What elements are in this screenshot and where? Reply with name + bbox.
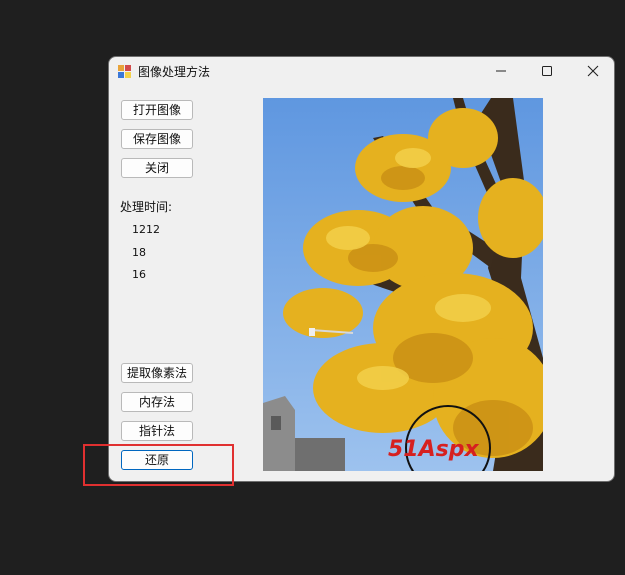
memory-method-button[interactable]: 内存法 — [121, 392, 193, 412]
extract-pixel-button[interactable]: 提取像素法 — [121, 363, 193, 383]
window-title: 图像处理方法 — [138, 65, 211, 79]
maximize-icon — [542, 66, 552, 76]
watermark-text: 51Aspx — [388, 437, 479, 462]
save-image-button[interactable]: 保存图像 — [121, 129, 193, 149]
close-icon — [587, 65, 599, 77]
title-bar[interactable]: 图像处理方法 — [109, 57, 614, 85]
annotation-highlight-box — [83, 444, 234, 486]
image-display: 51Aspx — [263, 98, 543, 471]
close-window-button[interactable] — [570, 57, 614, 85]
main-window: 图像处理方法 打开图像 保存图像 关闭 处理时间: 1212 18 16 提取像… — [108, 56, 615, 482]
close-button[interactable]: 关闭 — [121, 158, 193, 178]
maximize-button[interactable] — [524, 57, 570, 85]
timing-value-2: 18 — [132, 246, 146, 259]
open-image-button[interactable]: 打开图像 — [121, 100, 193, 120]
minimize-icon — [496, 70, 506, 72]
ginkgo-tree-photo: 51Aspx — [263, 98, 543, 471]
pointer-method-button[interactable]: 指针法 — [121, 421, 193, 441]
timing-value-1: 1212 — [132, 223, 160, 236]
app-icon — [118, 65, 131, 78]
minimize-button[interactable] — [478, 57, 524, 85]
timing-label: 处理时间: — [120, 200, 173, 214]
timing-value-3: 16 — [132, 268, 146, 281]
